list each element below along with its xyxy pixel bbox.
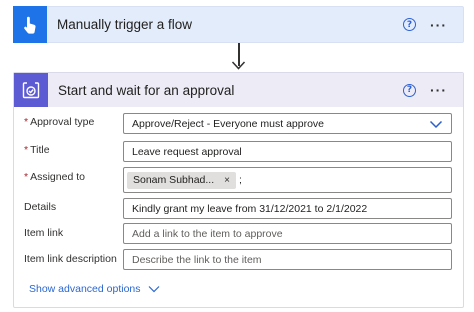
show-advanced-options-link[interactable]: Show advanced options <box>29 283 161 295</box>
assigned-to-input[interactable]: Sonam Subhad... × ; <box>123 167 452 193</box>
item-link-placeholder: Add a link to the item to approve <box>132 227 283 240</box>
details-label-text: Details <box>24 201 57 213</box>
assignee-token[interactable]: Sonam Subhad... × <box>127 171 236 189</box>
approval-type-dropdown[interactable]: Approve/Reject - Everyone must approve <box>123 113 452 134</box>
assignee-token-label: Sonam Subhad... <box>133 174 215 186</box>
required-marker: * <box>24 171 29 183</box>
title-label-text: Title <box>30 144 50 156</box>
more-options-icon[interactable]: ··· <box>430 83 447 97</box>
title-input[interactable]: Leave request approval <box>123 141 452 162</box>
item-link-description-label: Item link description <box>24 253 117 265</box>
assigned-to-label: * Assigned to <box>24 171 85 183</box>
trigger-title: Manually trigger a flow <box>57 17 193 32</box>
arrow-down-icon <box>231 61 246 70</box>
details-input[interactable]: Kindly grant my leave from 31/12/2021 to… <box>123 198 452 219</box>
help-icon[interactable]: ? <box>403 83 416 97</box>
approval-card: Start and wait for an approval ? ··· * Ap… <box>13 72 464 308</box>
assignee-separator: ; <box>238 174 242 186</box>
approval-check-icon <box>14 73 48 107</box>
approval-type-value: Approve/Reject - Everyone must approve <box>132 117 325 130</box>
item-link-label-text: Item link <box>24 227 64 239</box>
more-options-icon[interactable]: ··· <box>430 18 447 32</box>
chevron-down-icon <box>148 286 159 293</box>
title-label: * Title <box>24 144 50 156</box>
approval-type-label: * Approval type <box>24 116 94 128</box>
required-marker: * <box>24 144 29 156</box>
title-value: Leave request approval <box>132 145 242 158</box>
chevron-down-icon[interactable] <box>429 118 443 130</box>
assigned-to-label-text: Assigned to <box>30 171 85 183</box>
item-link-description-label-text: Item link description <box>24 253 117 265</box>
item-link-description-placeholder: Describe the link to the item <box>132 253 262 266</box>
details-label: Details <box>24 201 56 213</box>
touch-hand-icon <box>13 6 47 43</box>
details-value: Kindly grant my leave from 31/12/2021 to… <box>132 202 368 215</box>
trigger-card[interactable]: Manually trigger a flow ? ··· <box>13 6 464 43</box>
approval-header[interactable]: Start and wait for an approval ? ··· <box>14 73 463 107</box>
approval-type-label-text: Approval type <box>30 116 95 128</box>
help-icon[interactable]: ? <box>403 18 416 31</box>
item-link-input[interactable]: Add a link to the item to approve <box>123 223 452 244</box>
advanced-options-label: Show advanced options <box>29 283 141 295</box>
remove-token-icon[interactable]: × <box>224 175 230 186</box>
item-link-label: Item link <box>24 227 63 239</box>
required-marker: * <box>24 116 29 128</box>
item-link-description-input[interactable]: Describe the link to the item <box>123 249 452 270</box>
approval-title: Start and wait for an approval <box>58 82 235 98</box>
